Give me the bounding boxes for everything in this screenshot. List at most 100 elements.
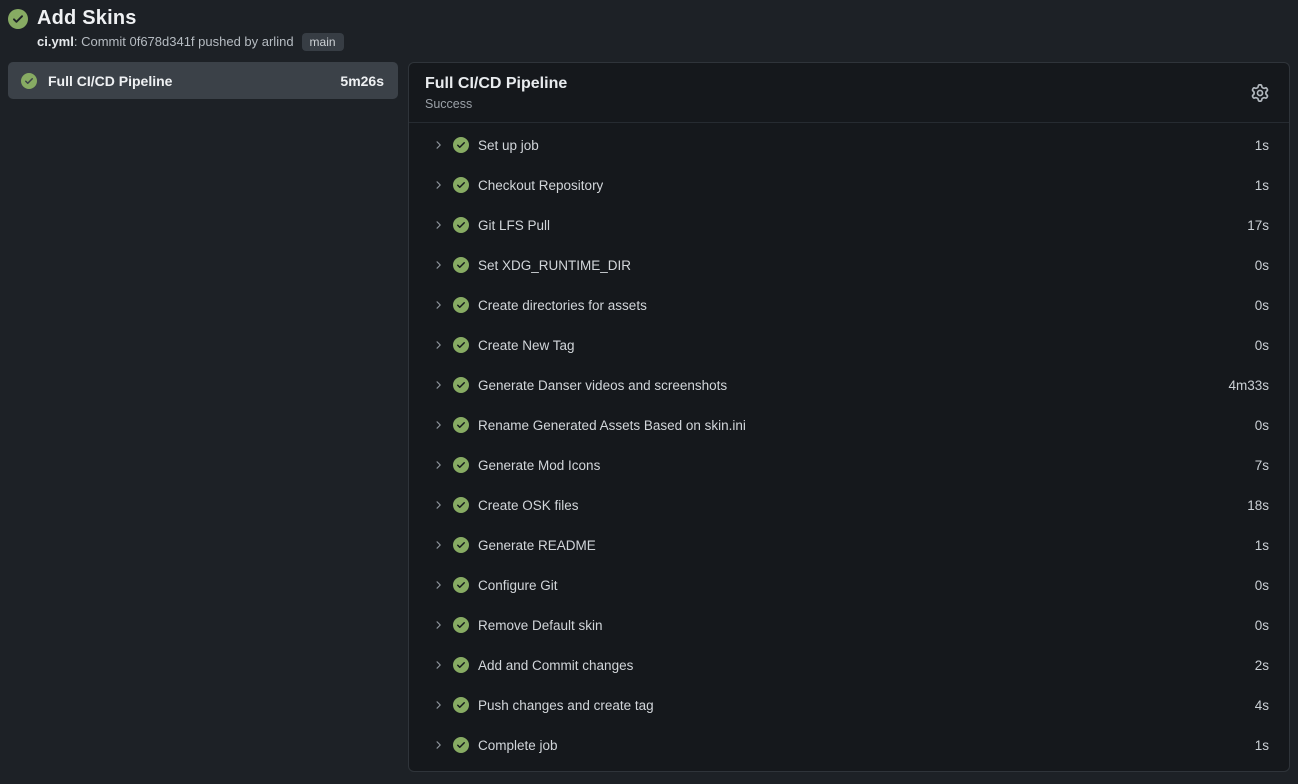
check-circle-icon [453, 377, 469, 393]
run-header-text: Add Skins ci.yml: Commit 0f678d341f push… [37, 6, 344, 51]
chevron-right-icon[interactable] [432, 139, 444, 151]
check-circle-icon [453, 257, 469, 273]
step-name: Generate README [478, 538, 596, 553]
run-title: Add Skins [37, 6, 344, 31]
step-duration: 1s [1255, 738, 1269, 753]
step-name: Git LFS Pull [478, 218, 550, 233]
step-name: Configure Git [478, 578, 558, 593]
check-circle-icon [453, 137, 469, 153]
step-duration: 0s [1255, 298, 1269, 313]
step-duration: 0s [1255, 338, 1269, 353]
chevron-right-icon[interactable] [432, 299, 444, 311]
job-success-icon [21, 73, 37, 89]
run-content: Full CI/CD Pipeline 5m26s Full CI/CD Pip… [0, 56, 1298, 772]
step-name: Set XDG_RUNTIME_DIR [478, 258, 631, 273]
step-row[interactable]: Remove Default skin 0s [409, 605, 1289, 645]
chevron-right-icon[interactable] [432, 539, 444, 551]
step-row[interactable]: Complete job 1s [409, 725, 1289, 765]
step-duration: 0s [1255, 258, 1269, 273]
check-circle-icon [453, 577, 469, 593]
branch-badge[interactable]: main [302, 33, 344, 51]
step-duration: 17s [1247, 218, 1269, 233]
check-circle-icon [453, 217, 469, 233]
check-circle-icon [453, 297, 469, 313]
job-detail-panel: Full CI/CD Pipeline Success Set up job [408, 62, 1290, 772]
check-circle-icon [453, 697, 469, 713]
step-row[interactable]: Rename Generated Assets Based on skin.in… [409, 405, 1289, 445]
step-duration: 1s [1255, 138, 1269, 153]
chevron-right-icon[interactable] [432, 659, 444, 671]
step-name: Set up job [478, 138, 539, 153]
step-name: Create OSK files [478, 498, 579, 513]
run-commit-info: ci.yml: Commit 0f678d341f pushed by arli… [37, 34, 294, 50]
step-row[interactable]: Checkout Repository 1s [409, 165, 1289, 205]
actions-run-page: Add Skins ci.yml: Commit 0f678d341f push… [0, 0, 1298, 772]
chevron-right-icon[interactable] [432, 739, 444, 751]
step-name: Generate Danser videos and screenshots [478, 378, 727, 393]
chevron-right-icon[interactable] [432, 339, 444, 351]
step-duration: 7s [1255, 458, 1269, 473]
step-duration: 0s [1255, 578, 1269, 593]
step-name: Rename Generated Assets Based on skin.in… [478, 418, 746, 433]
step-row[interactable]: Add and Commit changes 2s [409, 645, 1289, 685]
check-circle-icon [453, 737, 469, 753]
step-row[interactable]: Create OSK files 18s [409, 485, 1289, 525]
run-header: Add Skins ci.yml: Commit 0f678d341f push… [0, 0, 1298, 56]
panel-header-text: Full CI/CD Pipeline Success [425, 74, 567, 112]
chevron-right-icon[interactable] [432, 619, 444, 631]
gear-icon[interactable] [1247, 80, 1273, 106]
step-name: Create New Tag [478, 338, 575, 353]
step-row[interactable]: Generate Danser videos and screenshots 4… [409, 365, 1289, 405]
step-row[interactable]: Configure Git 0s [409, 565, 1289, 605]
job-name: Full CI/CD Pipeline [48, 73, 329, 89]
step-row[interactable]: Set up job 1s [409, 125, 1289, 165]
chevron-right-icon[interactable] [432, 579, 444, 591]
chevron-right-icon[interactable] [432, 499, 444, 511]
run-success-icon [8, 9, 28, 29]
check-circle-icon [453, 497, 469, 513]
chevron-right-icon[interactable] [432, 379, 444, 391]
step-row[interactable]: Push changes and create tag 4s [409, 685, 1289, 725]
step-name: Create directories for assets [478, 298, 647, 313]
step-duration: 4s [1255, 698, 1269, 713]
step-duration: 0s [1255, 418, 1269, 433]
run-meta: ci.yml: Commit 0f678d341f pushed by arli… [37, 33, 344, 51]
step-name: Checkout Repository [478, 178, 603, 193]
chevron-right-icon[interactable] [432, 419, 444, 431]
jobs-sidebar: Full CI/CD Pipeline 5m26s [8, 62, 398, 99]
workflow-file: ci.yml [37, 34, 74, 49]
check-circle-icon [453, 537, 469, 553]
step-name: Remove Default skin [478, 618, 603, 633]
step-name: Generate Mod Icons [478, 458, 600, 473]
step-name: Complete job [478, 738, 558, 753]
chevron-right-icon[interactable] [432, 699, 444, 711]
job-duration: 5m26s [340, 73, 384, 89]
step-row[interactable]: Generate Mod Icons 7s [409, 445, 1289, 485]
step-name: Add and Commit changes [478, 658, 633, 673]
step-row[interactable]: Set XDG_RUNTIME_DIR 0s [409, 245, 1289, 285]
step-duration: 18s [1247, 498, 1269, 513]
chevron-right-icon[interactable] [432, 179, 444, 191]
panel-job-title: Full CI/CD Pipeline [425, 74, 567, 94]
chevron-right-icon[interactable] [432, 219, 444, 231]
step-row[interactable]: Create directories for assets 0s [409, 285, 1289, 325]
check-circle-icon [453, 657, 469, 673]
step-row[interactable]: Create New Tag 0s [409, 325, 1289, 365]
step-duration: 0s [1255, 618, 1269, 633]
chevron-right-icon[interactable] [432, 459, 444, 471]
step-duration: 2s [1255, 658, 1269, 673]
commit-subtitle: : Commit 0f678d341f pushed by arlind [74, 34, 294, 49]
check-circle-icon [453, 177, 469, 193]
steps-list: Set up job 1s Checkout Repository 1s [409, 123, 1289, 771]
step-name: Push changes and create tag [478, 698, 654, 713]
step-row[interactable]: Generate README 1s [409, 525, 1289, 565]
check-circle-icon [453, 337, 469, 353]
step-duration: 1s [1255, 178, 1269, 193]
chevron-right-icon[interactable] [432, 259, 444, 271]
check-circle-icon [453, 457, 469, 473]
check-circle-icon [453, 617, 469, 633]
check-circle-icon [453, 417, 469, 433]
sidebar-job-item[interactable]: Full CI/CD Pipeline 5m26s [8, 62, 398, 99]
step-duration: 4m33s [1228, 378, 1269, 393]
step-row[interactable]: Git LFS Pull 17s [409, 205, 1289, 245]
